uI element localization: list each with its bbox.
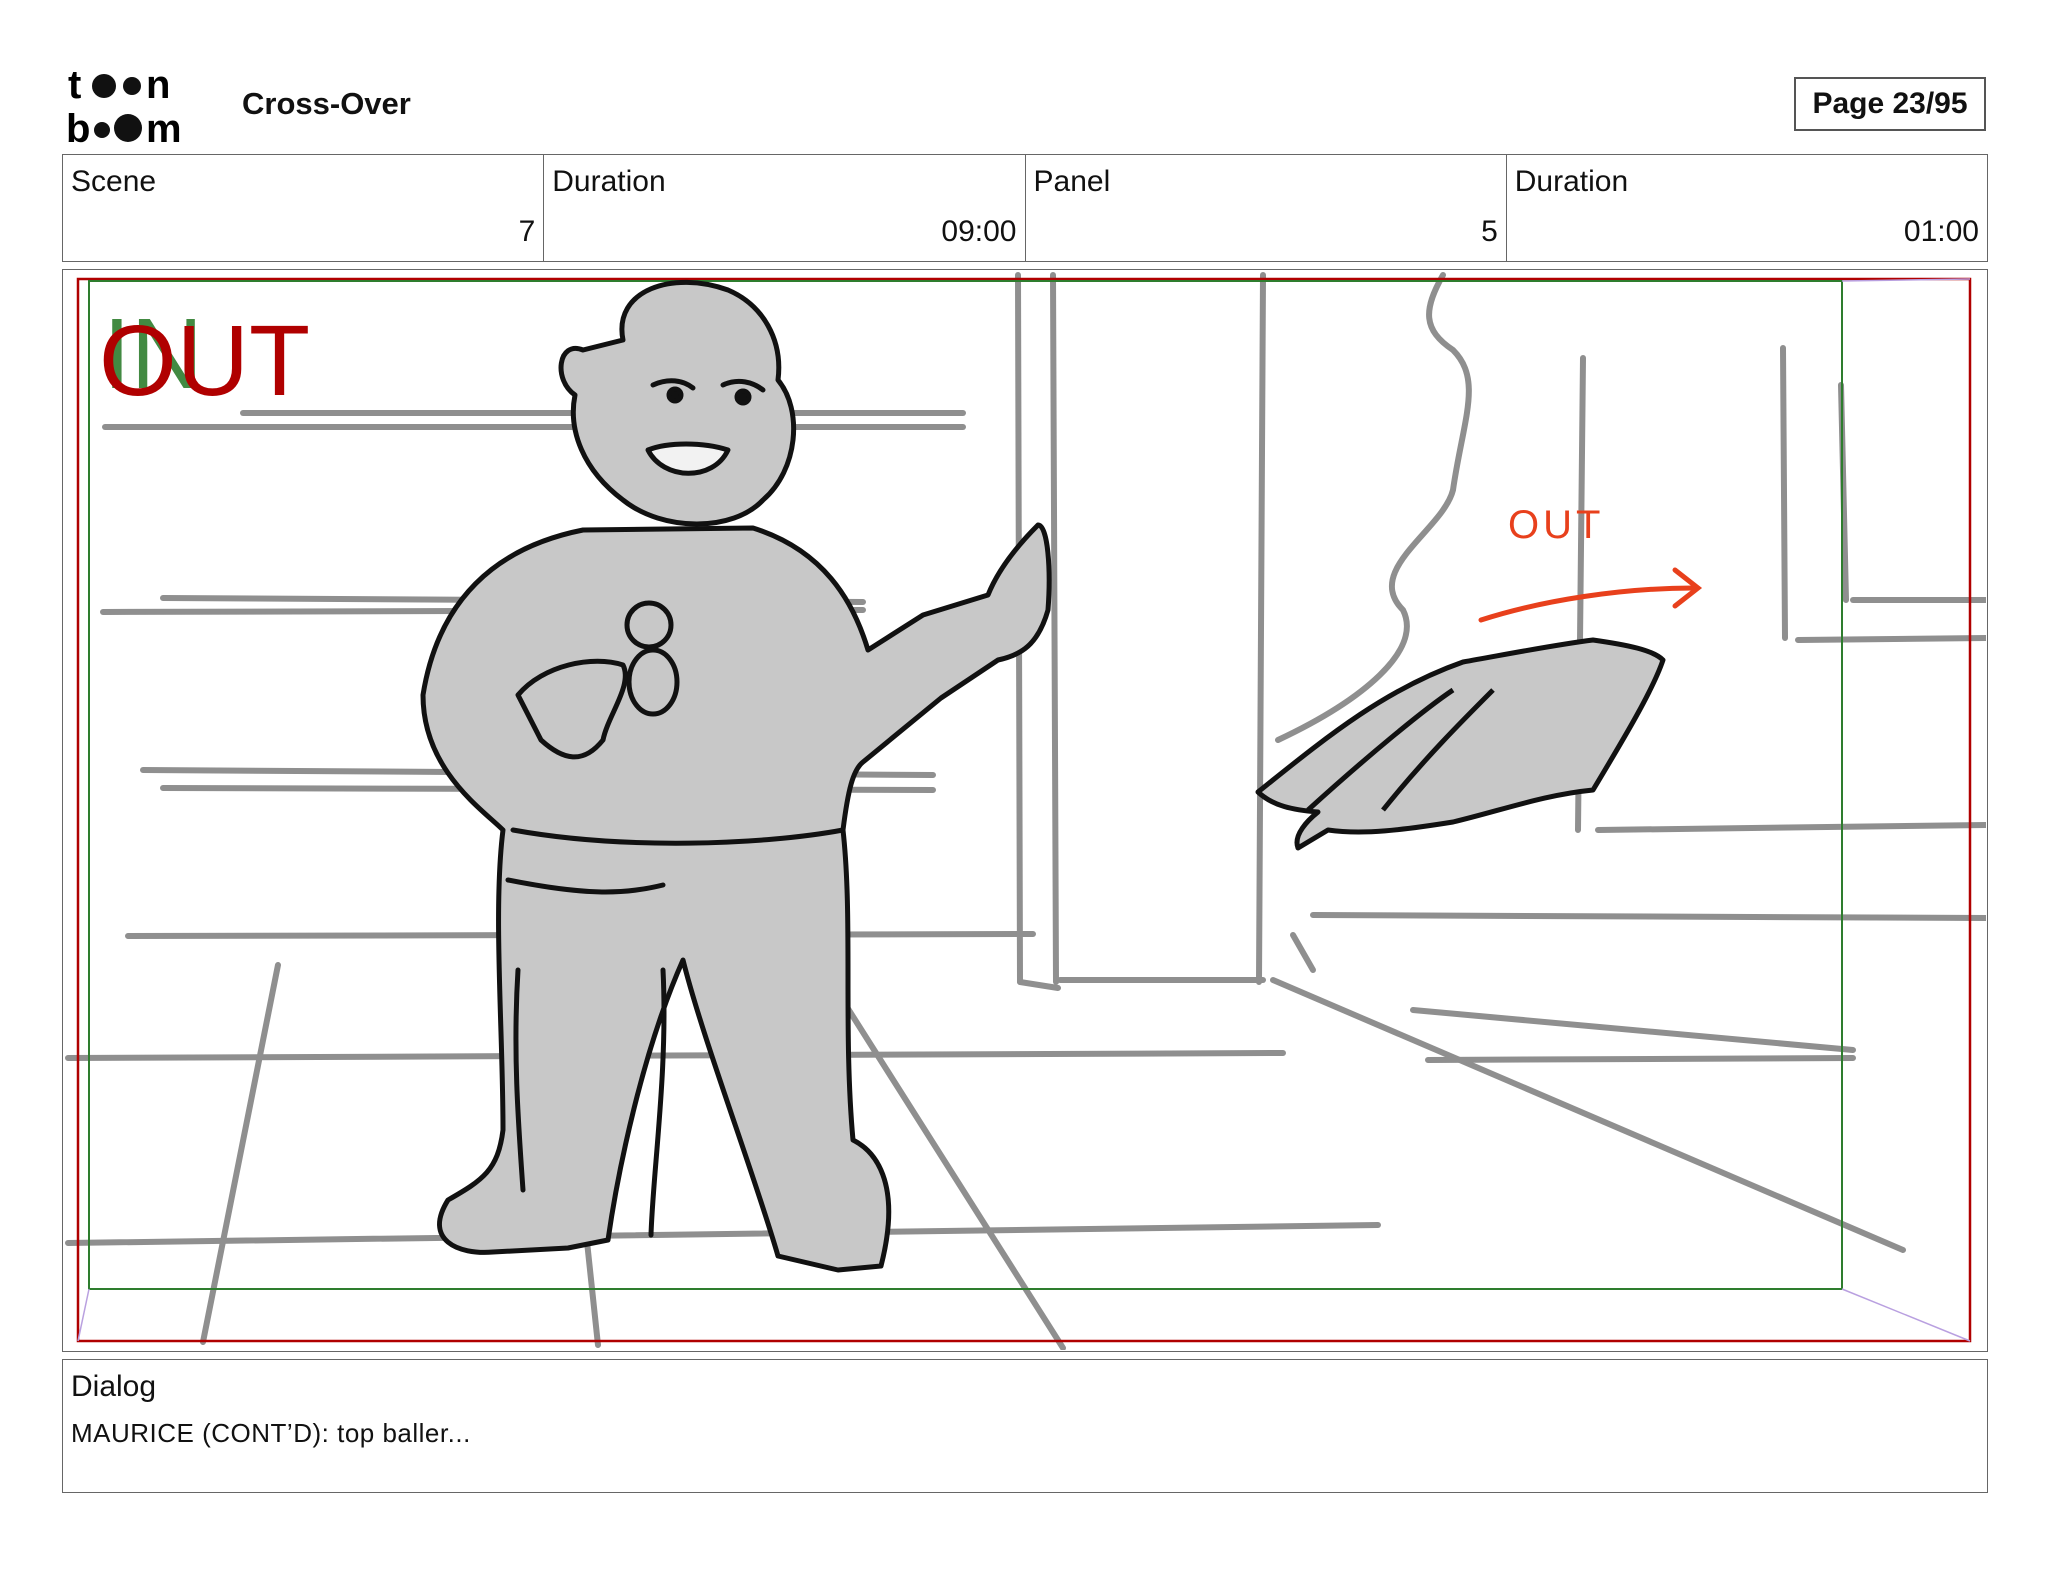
panel-duration-cell: Duration 01:00 [1507, 155, 1987, 261]
camera-out-label: OUT [99, 305, 310, 417]
svg-text:n: n [146, 64, 170, 107]
scene-duration-value: 09:00 [941, 215, 1017, 248]
panel-duration-value: 01:00 [1903, 215, 1979, 248]
out-note-text: OUT [1508, 503, 1604, 547]
scene-cell: Scene 7 [63, 155, 545, 261]
scene-duration-label: Duration [552, 165, 666, 198]
dialog-label: Dialog [71, 1370, 157, 1403]
dialog-text: MAURICE (CONT’D): top baller... [71, 1418, 471, 1448]
scene-info-table: Scene 7 Duration 09:00 Panel 5 Duration … [62, 154, 1988, 262]
project-title: Cross-Over [242, 86, 411, 121]
toon-boom-logo-mark: t n b m [66, 64, 182, 146]
panel-value: 5 [1481, 215, 1498, 248]
panel-label: Panel [1033, 165, 1111, 198]
panel-drawing: IN OUT OUT [65, 272, 1986, 1350]
dialog-box: Dialog MAURICE (CONT’D): top baller... [62, 1359, 1988, 1493]
background-sketch [65, 272, 1986, 1350]
panel-cell: Panel 5 [1026, 155, 1507, 261]
scene-value: 7 [518, 215, 536, 248]
svg-text:m: m [146, 107, 182, 146]
cloth-drawing [1255, 637, 1666, 851]
page-indicator: Page 23/95 [1794, 77, 1986, 131]
svg-text:t: t [68, 64, 81, 107]
scene-label: Scene [71, 165, 157, 198]
scene-duration-cell: Duration 09:00 [544, 155, 1026, 261]
camera-frames [76, 277, 1972, 1343]
svg-text:b: b [66, 107, 90, 146]
character-maurice [420, 279, 1052, 1273]
storyboard-panel: IN OUT OUT [62, 269, 1988, 1352]
out-arrow [1478, 585, 1696, 623]
panel-duration-label: Duration [1514, 165, 1629, 198]
toon-boom-logo: t n b m [66, 64, 212, 146]
out-direction-note: OUT [1478, 503, 1703, 623]
